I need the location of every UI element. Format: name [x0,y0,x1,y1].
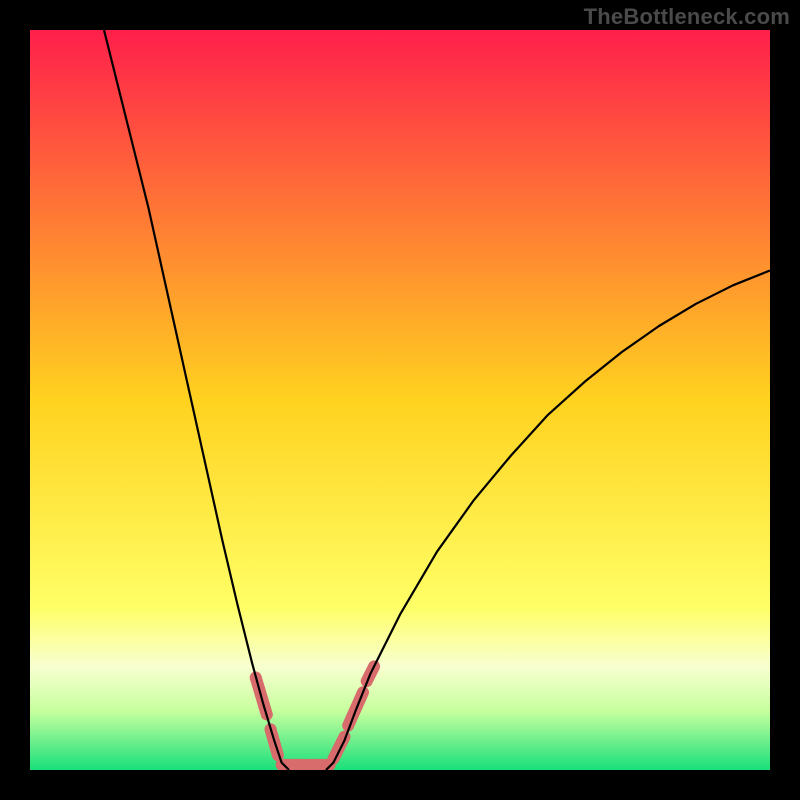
watermark-text: TheBottleneck.com [584,4,790,30]
chart-stage: TheBottleneck.com [0,0,800,800]
plot-background [30,30,770,770]
plot-svg [30,30,770,770]
plot-area [30,30,770,770]
